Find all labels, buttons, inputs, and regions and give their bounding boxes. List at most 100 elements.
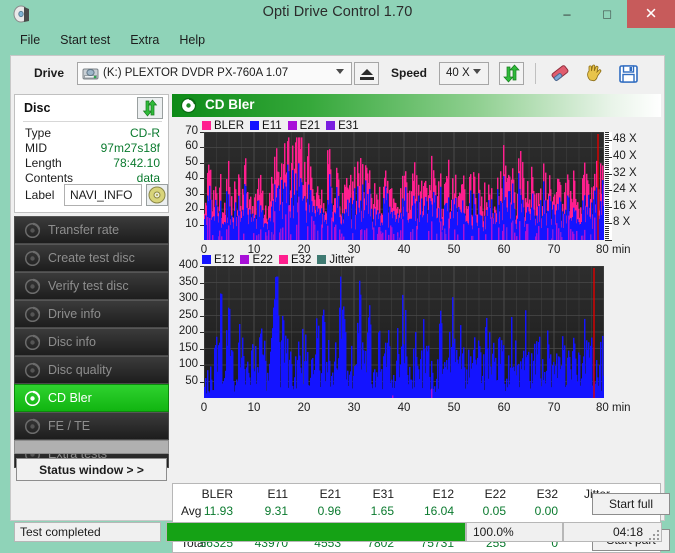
progress-fill (167, 523, 465, 541)
maximize-icon: □ (603, 6, 611, 22)
refresh-button[interactable] (499, 62, 524, 85)
disc-key: Length (25, 156, 62, 170)
stats-cell: 0.00 (534, 504, 558, 518)
resize-grip[interactable] (649, 530, 659, 540)
status-bar: Test completed 100.0% 04:18 (14, 522, 662, 542)
progress-bar (166, 522, 466, 542)
x-axis-tick: 30 (347, 402, 361, 414)
nav-item-create-test-disc[interactable]: Create test disc (14, 244, 169, 272)
minimize-button[interactable]: – (547, 0, 587, 28)
title-bar: Opti Drive Control 1.70 – □ ✕ (0, 0, 675, 28)
nav-item-disc-info[interactable]: Disc info (14, 328, 169, 356)
nav-item-transfer-rate[interactable]: Transfer rate (14, 216, 169, 244)
nav-item-fe-te[interactable]: FE / TE (14, 412, 169, 440)
legend-item-e21: E21 (287, 120, 320, 132)
eject-button[interactable] (354, 62, 379, 85)
drive-select[interactable]: (K:) PLEXTOR DVDR PX-760A 1.07 (77, 62, 352, 85)
legend-swatch-icon (202, 255, 211, 264)
toolbar-separator (535, 63, 536, 84)
legend-swatch-icon (287, 121, 297, 130)
y-axis-tick: 70 (185, 125, 198, 137)
grip-dot (657, 530, 659, 532)
nav-item-label: CD Bler (48, 391, 92, 405)
x-axis-tick: 10 (247, 402, 261, 414)
disc-quality-icon (24, 362, 41, 379)
maximize-button[interactable]: □ (587, 0, 627, 28)
x-axis-tick: 70 (547, 244, 561, 256)
nav-item-verify-test-disc[interactable]: Verify test disc (14, 272, 169, 300)
y-axis-tick: 150 (178, 341, 198, 354)
stats-cell: 0.05 (482, 504, 506, 518)
speed-axis-tick: 40 X (613, 149, 637, 162)
legend-label: E22 (252, 254, 273, 266)
legend-item-e22: E22 (240, 254, 273, 266)
e12-chart[interactable]: 50 100 150 200 250 300 350 400 0 10 20 30 40 50 60 70 80… (172, 259, 661, 414)
legend-swatch-icon (202, 121, 211, 130)
menu-bar: File Start test Extra Help (10, 30, 665, 54)
nav-item-label: Transfer rate (48, 223, 120, 237)
bler-chart[interactable]: 10 20 30 40 50 60 70 0 10 20 30 40 50 60 70 80 min 8 X 16… (172, 125, 661, 256)
right-panel: CD Bler BLER E11 E21 E31 10 20 30 40 50 60 70 0 10 2… (172, 94, 670, 553)
chevron-down-icon (336, 69, 344, 74)
drive-value: (K:) PLEXTOR DVDR PX-760A 1.07 (103, 67, 289, 79)
nav-item-drive-info[interactable]: Drive info (14, 300, 169, 328)
legend-label: E31 (338, 120, 359, 132)
divider (23, 121, 162, 122)
eject-icon (361, 69, 373, 75)
menu-item-file[interactable]: File (10, 30, 50, 50)
nav-item-label: Create test disc (48, 251, 135, 265)
nav-item-disc-quality[interactable]: Disc quality (14, 356, 169, 384)
y-axis-tick-mark (200, 162, 204, 164)
label-input[interactable]: NAVI_INFO (64, 184, 142, 206)
menu-item-start-test[interactable]: Start test (50, 30, 120, 50)
y-axis-tick: 400 (178, 259, 198, 271)
start-full-button[interactable]: Start full (592, 493, 670, 515)
status-window-button[interactable]: Status window > > (16, 458, 167, 481)
speed-axis-tick: 16 X (613, 199, 637, 212)
e12-plot-area (204, 266, 604, 398)
y-axis-tick: 300 (178, 292, 198, 304)
elapsed-time: 04:18 (563, 522, 662, 542)
disc-value: CD-R (130, 126, 160, 140)
status-message: Test completed (14, 522, 161, 542)
y-axis-tick-mark (200, 178, 204, 180)
statistics-table: BLERE11E21E31E12E22E32JitterAvg11.939.31… (172, 483, 661, 553)
y-axis-tick-mark (200, 224, 204, 226)
close-button[interactable]: ✕ (627, 0, 675, 28)
nav-item-cd-bler[interactable]: CD Bler (14, 384, 169, 412)
disc-label-row: Label NAVI_INFO (15, 183, 170, 209)
save-button[interactable] (616, 62, 641, 85)
disc-label-button[interactable] (146, 184, 168, 206)
disc-info-icon (24, 334, 41, 351)
disc-refresh-button[interactable] (137, 97, 163, 119)
speed-axis-tick: 32 X (613, 166, 637, 179)
speed-select[interactable]: 40 X (439, 62, 489, 85)
grip-dot (653, 534, 655, 536)
menu-item-help[interactable]: Help (169, 30, 215, 50)
progress-percent: 100.0% (466, 522, 563, 542)
grip-dot (657, 534, 659, 536)
chevron-down-icon (473, 69, 481, 74)
menu-item-extra[interactable]: Extra (120, 30, 169, 50)
eraser-button[interactable] (548, 62, 573, 85)
legend-swatch-icon (240, 255, 250, 264)
chart-panel-title: CD Bler (205, 97, 255, 112)
left-panel: Disc Type CD-R MID 97m27s18f Length 78:42.10 C… (14, 94, 169, 519)
y-axis-tick: 50 (185, 155, 198, 168)
x-axis-tick: 70 (547, 402, 561, 414)
legend-swatch-icon (317, 255, 327, 264)
legend-label: BLER (214, 120, 245, 132)
toolbar: Drive (K:) PLEXTOR DVDR PX-760A 1.07 Spe… (11, 56, 664, 92)
speed-axis-ruler (605, 132, 612, 241)
disc-row-length: Length 78:42.10 (15, 156, 170, 172)
hand-button[interactable] (582, 62, 607, 85)
drive-icon (82, 68, 99, 80)
disc-value: 97m27s18f (100, 141, 160, 155)
chart-panel-header: CD Bler (172, 94, 661, 117)
disc-bler-icon (24, 390, 41, 407)
refresh-arrows-icon (142, 99, 158, 117)
bler-plot-area (204, 132, 604, 240)
disc-value: 78:42.10 (113, 156, 160, 170)
disc-check-icon (24, 278, 41, 295)
nav-item-label: Drive info (48, 307, 101, 321)
